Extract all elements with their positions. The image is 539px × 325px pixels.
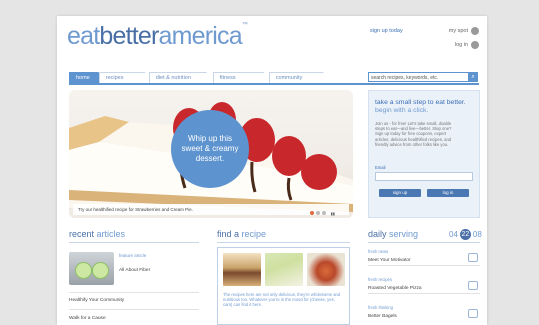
article-link-1[interactable]: Healthify Your Community bbox=[69, 298, 124, 303]
signup-today-link[interactable]: sign up today bbox=[370, 28, 403, 34]
feature-article-image[interactable] bbox=[69, 252, 114, 285]
find-recipe-heading-b: recipe bbox=[241, 229, 267, 239]
signup-box-title: take a small step to eat better. bbox=[375, 99, 466, 106]
day-selector: 04 22 08 bbox=[449, 229, 482, 240]
recent-articles-divider bbox=[69, 242, 199, 243]
logo-america: america bbox=[158, 22, 243, 50]
logo-better: better bbox=[99, 22, 159, 50]
signup-box-body: Join us - for free! Let's take small, do… bbox=[375, 121, 452, 147]
carousel-dot-1[interactable] bbox=[309, 211, 314, 215]
daily-serving-heading-b: serving bbox=[389, 229, 419, 239]
bowl-icon bbox=[468, 281, 478, 290]
sign-up-button[interactable]: sign up bbox=[379, 189, 421, 197]
apple-slice-right bbox=[92, 262, 109, 279]
hero-banner[interactable]: Whip up this sweet & creamy dessert. Try… bbox=[69, 90, 353, 218]
daily-item-3-title[interactable]: Better Bagels bbox=[368, 314, 480, 319]
daily-item-2-label: fresh recipes bbox=[368, 277, 392, 282]
recent-articles-heading: recent articles bbox=[69, 229, 125, 239]
logo-eat: eat bbox=[67, 22, 100, 50]
signup-box: take a small step to eat better. begin w… bbox=[368, 90, 480, 218]
recent-articles-heading-b: articles bbox=[96, 229, 126, 239]
search-button[interactable]: ⌕ bbox=[468, 72, 478, 82]
log-in-button[interactable]: log in bbox=[427, 189, 469, 197]
main-nav: home recipes diet & nutrition fitness co… bbox=[69, 72, 335, 84]
recent-articles-heading-a: recent bbox=[69, 229, 95, 239]
find-recipe-divider bbox=[217, 242, 350, 243]
article-divider-2 bbox=[69, 309, 199, 310]
news-icon bbox=[468, 253, 478, 262]
feature-article-label: feature article bbox=[119, 253, 147, 258]
hero-bubble-text: Whip up this sweet & creamy dessert. bbox=[181, 134, 239, 163]
daily-item-3-label: fresh thinking bbox=[368, 305, 393, 310]
login-icon bbox=[471, 41, 479, 49]
carousel-dot-3[interactable] bbox=[321, 211, 326, 215]
daily-item-2[interactable]: fresh recipes Roasted Vegetable Pizza bbox=[368, 277, 480, 294]
daily-item-1-title[interactable]: Meet Your Motivator bbox=[368, 258, 480, 263]
pie-slice-image[interactable] bbox=[265, 253, 303, 286]
apple-slice-left bbox=[75, 262, 92, 279]
day-prev[interactable]: 04 bbox=[449, 230, 458, 239]
hero-caption-text: Try our healthified recipe for Strawberr… bbox=[78, 207, 193, 212]
login-label: log in bbox=[454, 42, 468, 48]
pasta-image[interactable] bbox=[307, 253, 345, 286]
feature-article-link[interactable]: All About Fiber bbox=[119, 268, 150, 273]
hero-bubble: Whip up this sweet & creamy dessert. bbox=[171, 110, 249, 188]
my-spot-link[interactable]: my spot bbox=[449, 27, 479, 35]
daily-serving-divider bbox=[368, 242, 480, 243]
daily-serving-heading-a: daily bbox=[368, 229, 387, 239]
email-field[interactable] bbox=[375, 172, 473, 181]
search-input[interactable]: search recipes, keywords, etc. ⌕ bbox=[368, 72, 478, 82]
daily-item-1[interactable]: fresh news Meet Your Motivator bbox=[368, 249, 480, 266]
site-logo[interactable]: eatbetteramerica™ bbox=[67, 22, 248, 51]
page: eatbetteramerica™ sign up today my spot … bbox=[57, 16, 487, 325]
daily-item-1-label: fresh news bbox=[368, 249, 389, 254]
nav-divider bbox=[69, 83, 479, 85]
daily-serving-heading: daily serving bbox=[368, 229, 418, 239]
hero-caption: Try our healthified recipe for Strawberr… bbox=[73, 204, 349, 216]
find-recipe-box: The recipes here are not only delicious,… bbox=[217, 247, 350, 325]
thought-icon bbox=[468, 309, 478, 318]
find-recipe-heading-a: find a bbox=[217, 229, 240, 239]
day-next[interactable]: 08 bbox=[473, 230, 482, 239]
login-link[interactable]: log in bbox=[455, 41, 479, 49]
email-label: Email bbox=[375, 165, 386, 170]
burger-image[interactable] bbox=[223, 253, 261, 286]
logo-tm: ™ bbox=[241, 22, 248, 28]
find-recipe-heading: find a recipe bbox=[217, 229, 266, 239]
find-recipe-text: The recipes here are not only delicious,… bbox=[223, 292, 341, 308]
my-spot-label: my spot bbox=[448, 28, 468, 34]
daily-item-3[interactable]: fresh thinking Better Bagels bbox=[368, 305, 480, 319]
day-current[interactable]: 22 bbox=[459, 229, 471, 240]
pause-icon[interactable]: ▮▮ bbox=[331, 208, 335, 219]
user-icon bbox=[471, 27, 479, 35]
search-icon: ⌕ bbox=[471, 74, 475, 80]
carousel-dots: ▮▮ bbox=[309, 208, 335, 219]
daily-item-2-title[interactable]: Roasted Vegetable Pizza bbox=[368, 286, 480, 291]
carousel-dot-2[interactable] bbox=[315, 211, 320, 215]
article-divider-1 bbox=[69, 292, 199, 293]
article-link-2[interactable]: Walk for a Cause bbox=[69, 316, 106, 321]
signup-box-subtitle: begin with a click. bbox=[375, 107, 429, 114]
search-placeholder: search recipes, keywords, etc. bbox=[371, 75, 439, 81]
